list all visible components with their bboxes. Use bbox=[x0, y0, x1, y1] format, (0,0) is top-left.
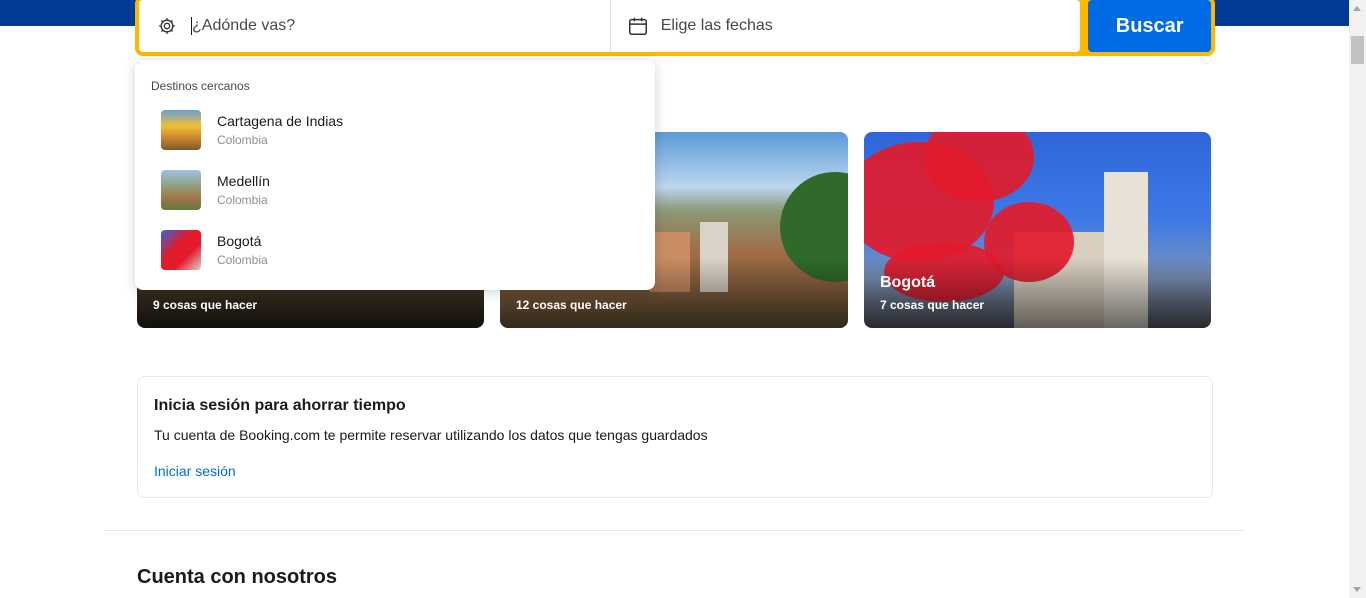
suggestion-medellin[interactable]: Medellín Colombia bbox=[135, 160, 655, 220]
suggestion-name: Medellín bbox=[217, 173, 270, 189]
signin-text: Tu cuenta de Booking.com te permite rese… bbox=[154, 427, 708, 443]
destination-thumbnail bbox=[161, 170, 201, 210]
dates-field[interactable]: Elige las fechas bbox=[609, 0, 1081, 52]
suggestion-cartagena[interactable]: Cartagena de Indias Colombia bbox=[135, 100, 655, 160]
scroll-thumb[interactable] bbox=[1351, 36, 1364, 64]
signin-title: Inicia sesión para ahorrar tiempo bbox=[154, 397, 406, 414]
card-subtitle: 7 cosas que hacer bbox=[880, 298, 985, 312]
card-shade bbox=[864, 258, 1211, 328]
signin-banner: Inicia sesión para ahorrar tiempo Tu cue… bbox=[137, 376, 1213, 498]
suggestion-name: Cartagena de Indias bbox=[217, 113, 344, 129]
destination-card[interactable]: Bogotá 7 cosas que hacer bbox=[864, 132, 1211, 328]
section-title: Cuenta con nosotros bbox=[137, 566, 338, 588]
search-bar: ¿Adónde vas? Elige las fechas Buscar bbox=[135, 0, 1215, 56]
suggestion-name: Bogotá bbox=[217, 233, 262, 249]
suggestions-heading: Destinos cercanos bbox=[151, 79, 250, 93]
scroll-down-icon[interactable] bbox=[1349, 581, 1366, 598]
suggestion-country: Colombia bbox=[217, 253, 268, 267]
card-subtitle: 9 cosas que hacer bbox=[153, 298, 258, 312]
destination-thumbnail bbox=[161, 230, 201, 270]
suggestion-country: Colombia bbox=[217, 133, 268, 147]
card-title: Bogotá bbox=[880, 274, 936, 291]
destination-suggestions: Destinos cercanos Cartagena de Indias Co… bbox=[135, 60, 655, 290]
suggestion-bogota[interactable]: Bogotá Colombia bbox=[135, 220, 655, 280]
card-subtitle: 12 cosas que hacer bbox=[516, 298, 627, 312]
scrollbar[interactable] bbox=[1349, 0, 1366, 598]
destination-thumbnail bbox=[161, 110, 201, 150]
sightseeing-icon bbox=[159, 18, 175, 34]
dates-label[interactable]: Elige las fechas bbox=[661, 17, 773, 35]
signin-link[interactable]: Iniciar sesión bbox=[154, 463, 236, 479]
search-button[interactable]: Buscar bbox=[1088, 0, 1211, 52]
destination-field[interactable]: ¿Adónde vas? bbox=[139, 0, 610, 52]
scroll-up-icon[interactable] bbox=[1349, 0, 1366, 17]
suggestion-country: Colombia bbox=[217, 193, 268, 207]
section-divider bbox=[104, 530, 1245, 531]
calendar-icon bbox=[628, 17, 647, 35]
destination-input[interactable]: ¿Adónde vas? bbox=[192, 17, 295, 35]
